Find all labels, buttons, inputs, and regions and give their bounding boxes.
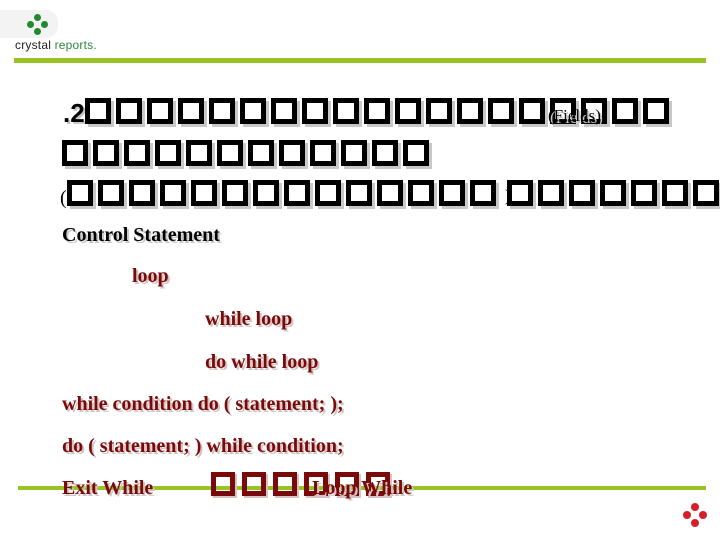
missing-glyph-box — [469, 180, 496, 206]
missing-glyph-box — [372, 140, 398, 166]
missing-glyph-box — [363, 98, 390, 124]
missing-glyph-box — [208, 98, 235, 124]
heading-prefix: .2 — [63, 98, 85, 128]
missing-glyph-box — [242, 472, 266, 496]
missing-glyph-box — [376, 180, 403, 206]
open-paren: ( — [60, 187, 67, 209]
missing-glyph-box — [518, 98, 545, 124]
heading-line-2 — [62, 140, 434, 169]
list-item: while condition do ( statement; ); — [62, 393, 344, 415]
missing-glyph-box — [537, 180, 564, 206]
missing-glyph-box — [248, 140, 274, 166]
missing-glyph-box — [93, 140, 119, 166]
crystal-reports-logo-icon — [26, 14, 48, 36]
missing-glyph-box — [314, 180, 341, 206]
missing-glyph-box — [279, 140, 305, 166]
missing-glyph-box — [221, 180, 248, 206]
exit-while-text: Exit While — [62, 477, 154, 499]
brand-name-part1: crystal — [15, 38, 52, 52]
missing-glyph-box — [217, 140, 243, 166]
section-title: Control Statement — [62, 224, 220, 246]
missing-glyph-box — [345, 180, 372, 206]
missing-glyph-box — [283, 180, 310, 206]
missing-glyph-box — [301, 98, 328, 124]
list-item: do ( statement; ) while condition; — [62, 435, 344, 457]
missing-glyph-box — [403, 140, 429, 166]
missing-glyph-box — [124, 140, 150, 166]
missing-glyph-box — [568, 180, 595, 206]
missing-glyphs — [66, 180, 501, 209]
missing-glyph-box — [66, 180, 93, 206]
missing-glyph-box — [599, 180, 626, 206]
list-item: do while loop — [205, 351, 319, 373]
missing-glyph-box — [456, 98, 483, 124]
missing-glyph-box — [270, 98, 297, 124]
missing-glyph-box — [155, 140, 181, 166]
missing-glyph-box — [438, 180, 465, 206]
missing-glyph-box — [273, 472, 297, 496]
missing-glyph-box — [128, 180, 155, 206]
missing-glyph-box — [425, 98, 452, 124]
missing-glyph-box — [487, 98, 514, 124]
fields-label: (Fields) — [548, 106, 601, 125]
missing-glyphs — [506, 180, 720, 209]
missing-glyphs — [62, 140, 434, 168]
list-item: loop — [132, 265, 169, 287]
missing-glyph-box — [394, 98, 421, 124]
missing-glyph-box — [611, 98, 638, 124]
missing-glyph-box — [239, 98, 266, 124]
footer-logo-icon — [683, 503, 707, 527]
missing-glyph-box — [642, 98, 669, 124]
missing-glyph-box — [186, 140, 212, 166]
brand-name-part2: reports. — [51, 38, 97, 52]
missing-glyph-box — [332, 98, 359, 124]
missing-glyph-box — [252, 180, 279, 206]
missing-glyph-box — [692, 180, 719, 206]
missing-glyph-box — [146, 98, 173, 124]
missing-glyph-box — [62, 140, 88, 166]
missing-glyph-box — [97, 180, 124, 206]
missing-glyph-box — [661, 180, 688, 206]
missing-glyph-box — [84, 98, 111, 124]
missing-glyph-box — [310, 140, 336, 166]
loop-while-text: Loop While — [312, 477, 413, 499]
missing-glyph-box — [211, 472, 235, 496]
missing-glyph-box — [407, 180, 434, 206]
close-paren: ) — [505, 186, 511, 205]
missing-glyph-box — [630, 180, 657, 206]
missing-glyph-box — [190, 180, 217, 206]
brand-wordmark: crystal reports. — [15, 38, 97, 52]
missing-glyph-box — [159, 180, 186, 206]
top-divider — [14, 58, 706, 63]
heading-line-3: ( — [60, 180, 720, 210]
list-item: while loop — [205, 308, 293, 330]
missing-glyph-box — [115, 98, 142, 124]
missing-glyph-box — [341, 140, 367, 166]
missing-glyph-box — [177, 98, 204, 124]
